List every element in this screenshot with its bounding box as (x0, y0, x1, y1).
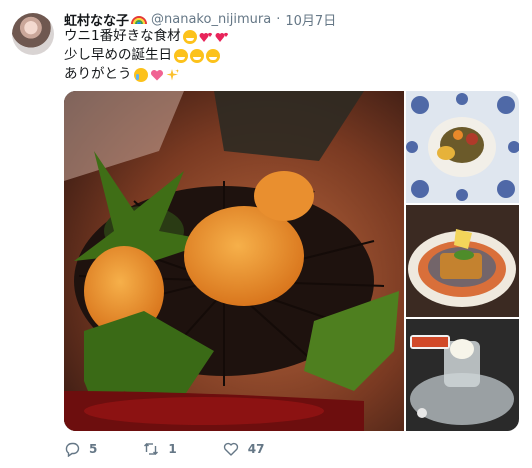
tweet-line-text: ありがとう (64, 66, 132, 82)
retweet-icon (144, 443, 159, 455)
dish-photo-3[interactable] (406, 319, 519, 431)
tweet-line-text: 少し早めの誕生日 (64, 47, 172, 63)
tweet-line-3: ありがとう (64, 65, 229, 84)
two-hearts-emoji-icon (199, 32, 212, 42)
display-name[interactable]: 虹村なな子 (64, 10, 129, 29)
avatar[interactable] (12, 13, 54, 55)
reply-button[interactable]: 5 (64, 441, 97, 457)
tweet-text: ウニ1番好きな食材 少し早めの誕生日 ありがとう (64, 27, 229, 84)
tears-emoji-icon (133, 67, 148, 82)
sea-urchin-image (64, 91, 404, 431)
grin-emoji-icon (182, 29, 197, 44)
like-button[interactable]: 47 (223, 441, 265, 457)
reply-icon (65, 442, 80, 457)
sea-urchin-photo[interactable] (64, 91, 404, 431)
dish-photo-1[interactable] (406, 91, 519, 203)
media-grid (64, 91, 519, 431)
sparkling-heart-emoji-icon (150, 69, 163, 80)
retweet-button[interactable]: 1 (143, 441, 177, 457)
two-hearts-emoji-icon (215, 32, 228, 42)
reply-count: 5 (89, 442, 98, 456)
tweet-actions: 5 1 47 (64, 441, 310, 457)
sparkles-emoji-icon (166, 68, 180, 80)
rainbow-icon (131, 16, 148, 25)
tweet-date[interactable]: 10月7日 (285, 10, 336, 29)
tweet-line-2: 少し早めの誕生日 (64, 46, 229, 65)
tweet-header: 虹村なな子 @nanako_nijimura · 10月7日 (64, 9, 336, 29)
tweet-line-text: ウニ1番好きな食材 (64, 28, 181, 44)
dish-image-2 (406, 205, 519, 317)
user-handle[interactable]: @nanako_nijimura (151, 12, 271, 27)
separator-dot: · (276, 11, 281, 27)
grin-emoji-icon (206, 48, 220, 63)
grin-emoji-icon (174, 48, 188, 63)
like-count: 47 (247, 442, 265, 456)
thumbnail-column (406, 91, 519, 431)
retweet-count: 1 (168, 442, 177, 456)
dish-image-3 (406, 319, 519, 431)
grin-emoji-icon (190, 48, 204, 63)
dish-image-1 (406, 91, 519, 203)
dish-photo-2[interactable] (406, 205, 519, 317)
tweet-line-1: ウニ1番好きな食材 (64, 27, 229, 46)
heart-icon (223, 442, 238, 456)
tweet-card[interactable]: 虹村なな子 @nanako_nijimura · 10月7日 ウニ1番好きな食材… (0, 0, 532, 468)
